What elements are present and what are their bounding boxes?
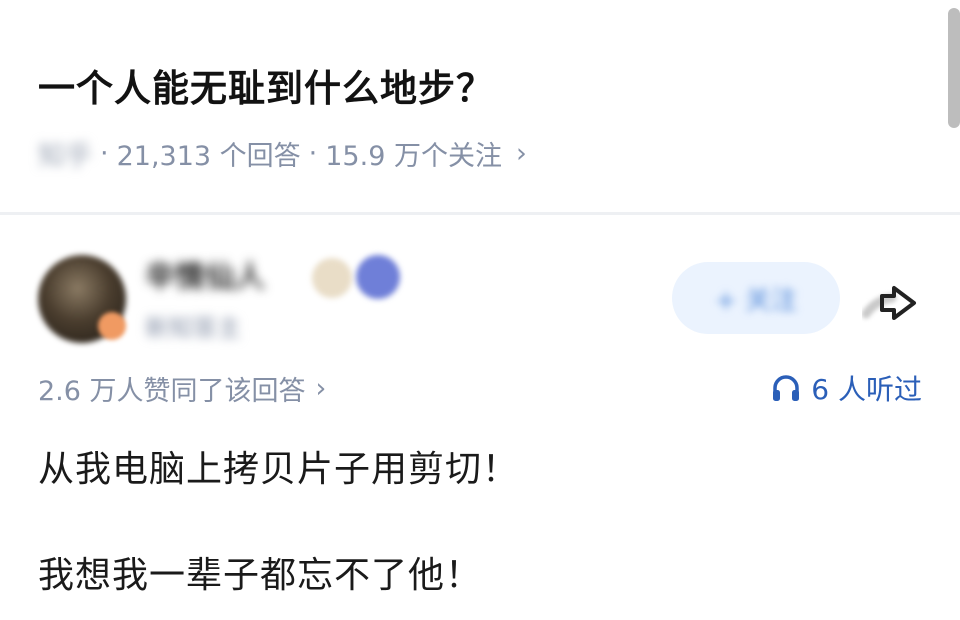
author-name[interactable]: 辛情仙人 <box>145 252 265 296</box>
listen-row[interactable]: 6 人听过 <box>771 368 922 408</box>
follow-button[interactable]: + 关注 <box>672 262 840 334</box>
answer-paragraph: 从我电脑上拷贝片子用剪切！ <box>38 449 520 490</box>
agree-row[interactable]: 2.6 万人赞同了该回答 › <box>38 368 326 408</box>
meta-separator: · <box>100 137 109 169</box>
chevron-right-icon: › <box>315 372 327 404</box>
avatar-badge-icon <box>98 312 126 340</box>
headphones-icon <box>771 373 801 403</box>
verified-icon <box>356 255 400 299</box>
scroll-indicator[interactable] <box>948 8 960 128</box>
follow-button-label: + 关注 <box>714 285 798 316</box>
section-divider <box>0 212 960 215</box>
chevron-right-icon[interactable]: › <box>516 138 527 169</box>
meta-separator: · <box>308 137 318 169</box>
question-source: 知乎 <box>38 140 92 172</box>
author-description: 新知答主 <box>145 314 241 342</box>
question-meta: 知乎 · 21,313 个回答 · 15.9 万个关注 › <box>38 133 527 173</box>
listen-count: 6 人听过 <box>811 373 922 406</box>
share-arrow-icon[interactable] <box>861 270 926 328</box>
answer-paragraph: 我想我一辈子都忘不了他！ <box>38 555 483 596</box>
followers-count[interactable]: 15.9 万个关注 <box>325 134 502 173</box>
agree-count: 2.6 万人赞同了该回答 <box>38 375 306 407</box>
author-badge-icon <box>312 258 352 298</box>
answers-count[interactable]: 21,313 个回答 <box>117 134 301 173</box>
question-title[interactable]: 一个人能无耻到什么地步？ <box>38 58 494 112</box>
